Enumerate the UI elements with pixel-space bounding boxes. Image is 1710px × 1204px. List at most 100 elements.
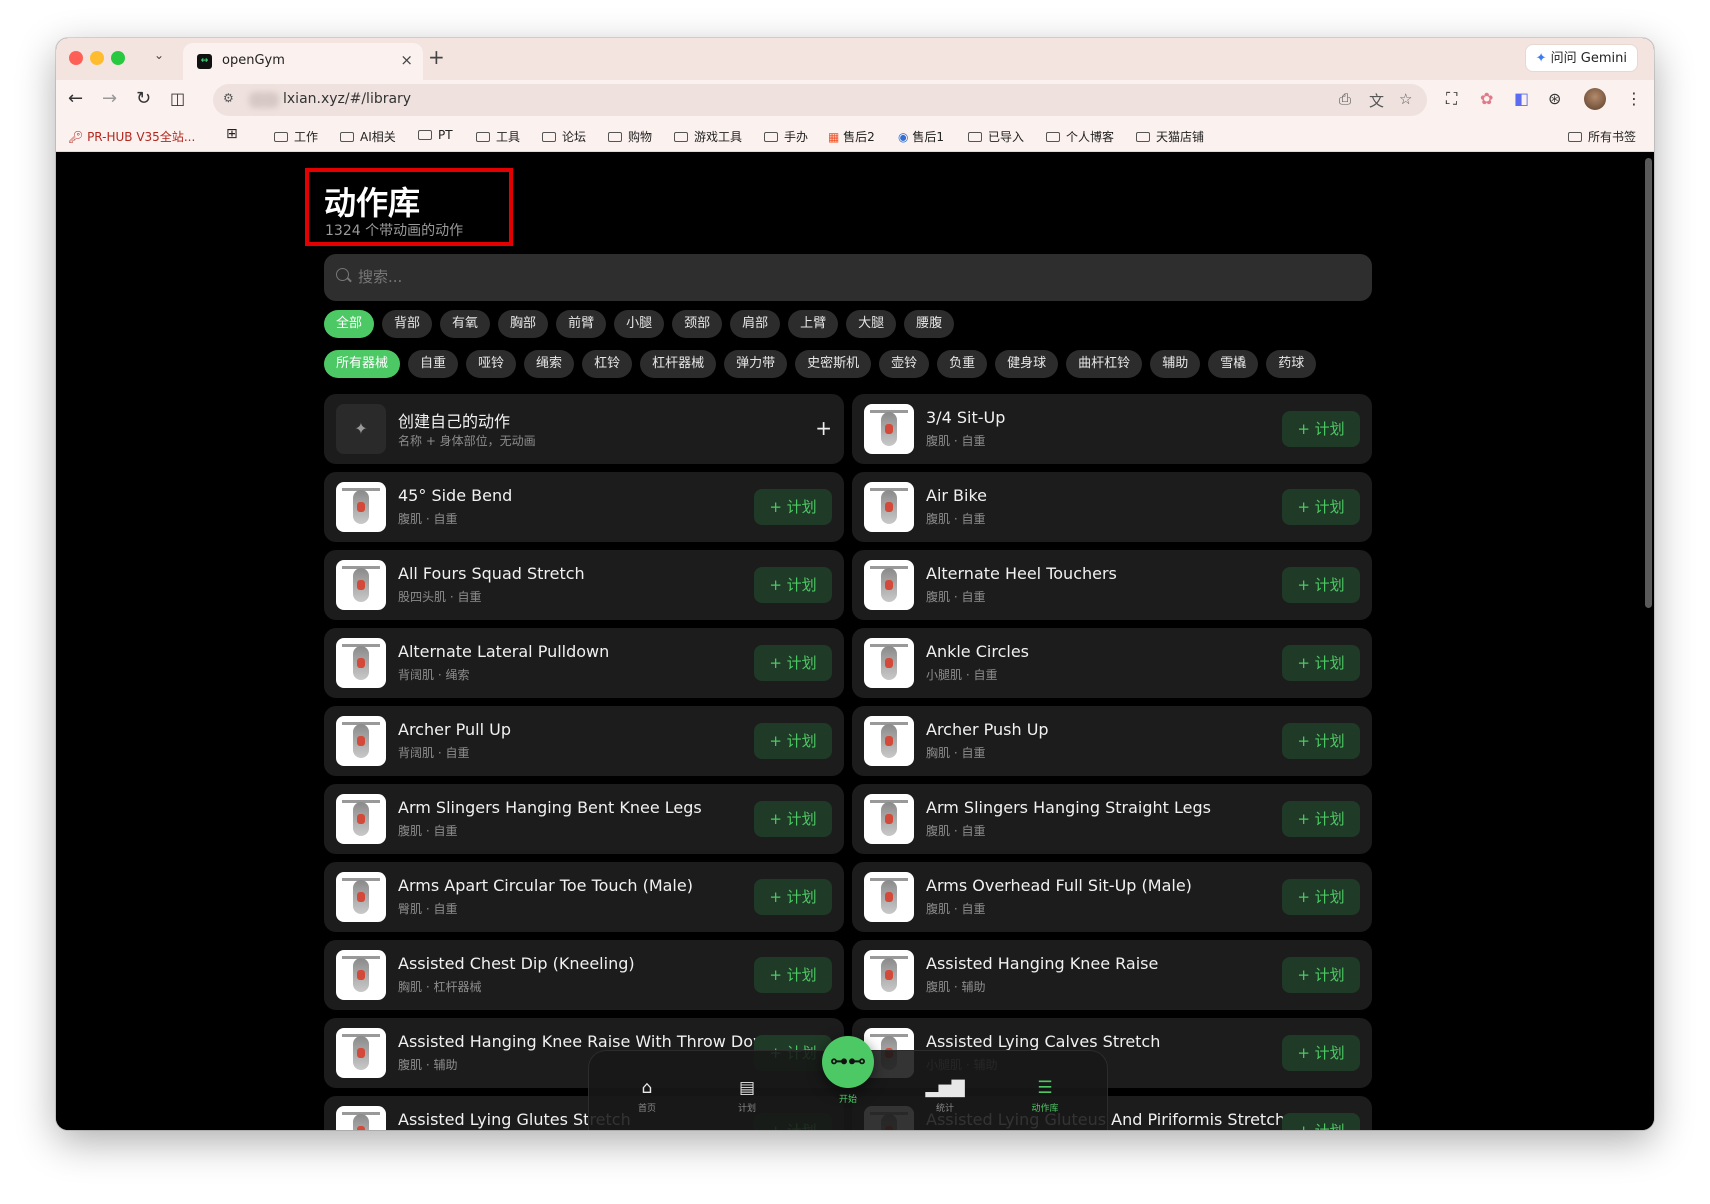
- body-part-chip[interactable]: 背部: [382, 310, 433, 338]
- create-exercise-card[interactable]: ✦ 创建自己的动作 名称 + 身体部位，无动画 +: [324, 394, 844, 464]
- exercise-card[interactable]: Archer Pull Up 背阔肌 · 自重 + 计划: [324, 706, 844, 776]
- back-arrow-icon[interactable]: ←: [68, 88, 83, 110]
- extension-cat-icon[interactable]: ✿: [1480, 89, 1493, 108]
- zoom-window-icon[interactable]: [111, 51, 125, 65]
- add-to-plan-button[interactable]: + 计划: [754, 801, 832, 837]
- bookmark-shouhou2[interactable]: ▦ 售后2: [828, 128, 875, 145]
- body-part-chip[interactable]: 有氧: [440, 310, 491, 338]
- bookmark-folder[interactable]: PT: [418, 128, 453, 142]
- exercise-card[interactable]: All Fours Squad Stretch 股四头肌 · 自重 + 计划: [324, 550, 844, 620]
- body-part-chip[interactable]: 颈部: [672, 310, 723, 338]
- body-part-chip[interactable]: 小腿: [614, 310, 665, 338]
- equipment-chip[interactable]: 自重: [408, 350, 459, 378]
- bookmark-folder[interactable]: 天猫店铺: [1136, 128, 1204, 145]
- bookmark-folder[interactable]: 工具: [476, 128, 520, 145]
- equipment-chip[interactable]: 哑铃: [466, 350, 517, 378]
- exercise-card[interactable]: Alternate Heel Touchers 腹肌 · 自重 + 计划: [852, 550, 1372, 620]
- install-app-icon[interactable]: ⎙: [1339, 90, 1351, 108]
- add-to-plan-button[interactable]: + 计划: [754, 723, 832, 759]
- equipment-chip[interactable]: 壶铃: [879, 350, 930, 378]
- add-to-plan-button[interactable]: + 计划: [754, 645, 832, 681]
- add-to-plan-button[interactable]: + 计划: [1282, 645, 1360, 681]
- exercise-card[interactable]: Alternate Lateral Pulldown 背阔肌 · 绳索 + 计划: [324, 628, 844, 698]
- bookmark-pr-hub[interactable]: 🔑︎ PR-HUB V35全站...: [68, 128, 195, 145]
- extension-blue-icon[interactable]: ◧: [1514, 89, 1529, 108]
- exercise-card[interactable]: Arm Slingers Hanging Bent Knee Legs 腹肌 · …: [324, 784, 844, 854]
- add-to-plan-button[interactable]: + 计划: [1282, 957, 1360, 993]
- equipment-chip[interactable]: 曲杆杠铃: [1066, 350, 1143, 378]
- equipment-chip[interactable]: 所有器械: [324, 350, 401, 378]
- equipment-chip[interactable]: 绳索: [524, 350, 575, 378]
- nav-home[interactable]: ⌂ 首页: [617, 1077, 677, 1114]
- exercise-card[interactable]: Arm Slingers Hanging Straight Legs 腹肌 · 自…: [852, 784, 1372, 854]
- bookmark-folder[interactable]: 手办: [764, 128, 808, 145]
- search-input[interactable]: [358, 264, 1338, 290]
- search-bar[interactable]: [324, 254, 1372, 301]
- extension-screenshot-icon[interactable]: ⛶: [1446, 89, 1457, 109]
- add-to-plan-button[interactable]: + 计划: [1282, 801, 1360, 837]
- body-part-chip[interactable]: 大腿: [846, 310, 897, 338]
- minimize-window-icon[interactable]: [90, 51, 104, 65]
- add-to-plan-button[interactable]: + 计划: [754, 879, 832, 915]
- add-to-plan-button[interactable]: + 计划: [754, 489, 832, 525]
- equipment-chip[interactable]: 辅助: [1150, 350, 1201, 378]
- url-text[interactable]: lxian.xyz/#/library: [283, 91, 411, 107]
- bookmark-folder[interactable]: 已导入: [968, 128, 1024, 145]
- nav-plan[interactable]: ▤ 计划: [717, 1077, 777, 1114]
- translate-icon[interactable]: 文: [1369, 90, 1384, 111]
- bookmark-shouhou1[interactable]: ◉ 售后1: [898, 128, 944, 145]
- body-part-chip[interactable]: 全部: [324, 310, 375, 338]
- reload-icon[interactable]: ↻: [136, 88, 151, 110]
- create-add-icon[interactable]: +: [815, 416, 832, 440]
- body-part-chip[interactable]: 腰腹: [904, 310, 955, 338]
- start-workout-button[interactable]: ⊶⊷: [822, 1036, 874, 1088]
- bookmark-folder[interactable]: 购物: [608, 128, 652, 145]
- exercise-card[interactable]: 3/4 Sit-Up 腹肌 · 自重 + 计划: [852, 394, 1372, 464]
- profile-avatar[interactable]: [1584, 88, 1606, 110]
- exercise-card[interactable]: Archer Push Up 胸肌 · 自重 + 计划: [852, 706, 1372, 776]
- add-to-plan-button[interactable]: + 计划: [1282, 723, 1360, 759]
- all-bookmarks[interactable]: 所有书签: [1568, 128, 1636, 145]
- add-to-plan-button[interactable]: + 计划: [1282, 489, 1360, 525]
- split-view-icon[interactable]: ◫: [170, 88, 185, 110]
- equipment-chip[interactable]: 弹力带: [724, 350, 788, 378]
- exercise-card[interactable]: Assisted Hanging Knee Raise 腹肌 · 辅助 + 计划: [852, 940, 1372, 1010]
- address-bar[interactable]: ⚙ lxian.xyz/#/library ⎙ 文 ☆: [213, 84, 1427, 116]
- equipment-chip[interactable]: 健身球: [995, 350, 1059, 378]
- body-part-chip[interactable]: 上臂: [788, 310, 839, 338]
- body-part-chip[interactable]: 胸部: [498, 310, 549, 338]
- exercise-card[interactable]: Arms Overhead Full Sit-Up (Male) 腹肌 · 自重 +…: [852, 862, 1372, 932]
- exercise-card[interactable]: 45° Side Bend 腹肌 · 自重 + 计划: [324, 472, 844, 542]
- exercise-card[interactable]: Assisted Chest Dip (Kneeling) 胸肌 · 杠杆器械 + …: [324, 940, 844, 1010]
- forward-arrow-icon[interactable]: →: [102, 88, 117, 110]
- bookmark-folder[interactable]: 论坛: [542, 128, 586, 145]
- add-to-plan-button[interactable]: + 计划: [1282, 567, 1360, 603]
- add-to-plan-button[interactable]: + 计划: [1282, 411, 1360, 447]
- close-tab-icon[interactable]: ×: [400, 51, 413, 69]
- new-tab-icon[interactable]: +: [428, 45, 445, 69]
- add-to-plan-button[interactable]: + 计划: [754, 957, 832, 993]
- equipment-chip[interactable]: 杠铃: [582, 350, 633, 378]
- site-settings-icon[interactable]: ⚙: [223, 91, 234, 105]
- exercise-card[interactable]: Arms Apart Circular Toe Touch (Male) 臀肌 ·…: [324, 862, 844, 932]
- nav-library[interactable]: ☰ 动作库: [1015, 1077, 1075, 1114]
- equipment-chip[interactable]: 药球: [1266, 350, 1317, 378]
- equipment-chip[interactable]: 史密斯机: [795, 350, 872, 378]
- bookmark-folder[interactable]: 工作: [274, 128, 318, 145]
- exercise-card[interactable]: Ankle Circles 小腿肌 · 自重 + 计划: [852, 628, 1372, 698]
- equipment-chip[interactable]: 雪橇: [1208, 350, 1259, 378]
- add-to-plan-button[interactable]: + 计划: [754, 567, 832, 603]
- bookmark-folder[interactable]: 游戏工具: [674, 128, 742, 145]
- bookmark-folder[interactable]: AI相关: [340, 128, 396, 145]
- add-to-plan-button[interactable]: + 计划: [1282, 1113, 1360, 1130]
- equipment-chip[interactable]: 负重: [937, 350, 988, 378]
- close-window-icon[interactable]: [69, 51, 83, 65]
- body-part-chip[interactable]: 肩部: [730, 310, 781, 338]
- browser-menu-icon[interactable]: ⋮: [1626, 89, 1642, 108]
- add-to-plan-button[interactable]: + 计划: [1282, 1035, 1360, 1071]
- bookmark-folder[interactable]: 个人博客: [1046, 128, 1114, 145]
- tab-search-chevron-icon[interactable]: ⌄: [154, 48, 164, 62]
- scrollbar-thumb[interactable]: [1645, 158, 1652, 608]
- extension-openai-icon[interactable]: ⊛: [1548, 89, 1561, 108]
- add-to-plan-button[interactable]: + 计划: [1282, 879, 1360, 915]
